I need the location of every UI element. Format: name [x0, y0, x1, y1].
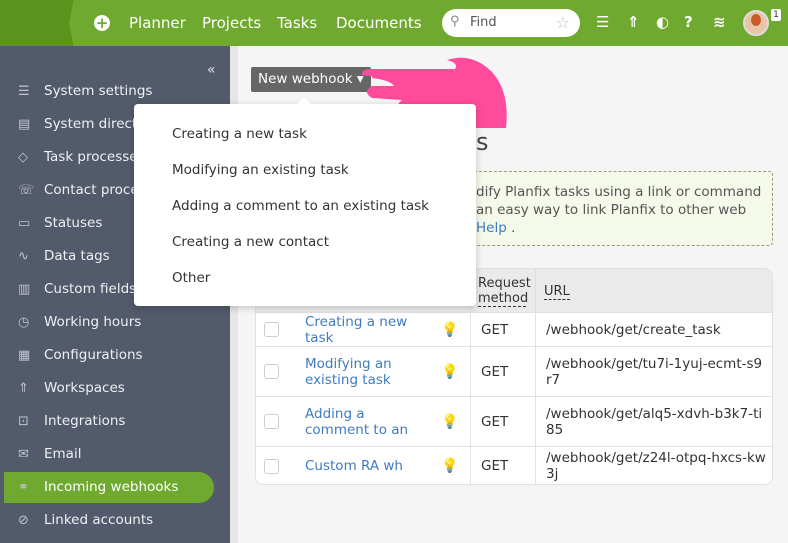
info-tail: .	[506, 220, 516, 236]
sidebar-item[interactable]: ▦ Configurations	[4, 340, 214, 371]
sidebar-item-label: Configurations	[44, 347, 143, 363]
layers-icon[interactable]: ≋	[713, 13, 726, 31]
directory-icon: ▤	[18, 117, 31, 132]
search-icon: ⚲	[450, 14, 460, 29]
tags-icon: ∿	[18, 249, 29, 264]
menu-item[interactable]: Creating a new task	[172, 126, 307, 142]
sliders-icon: ☰	[18, 84, 30, 99]
menu-item[interactable]: Adding a comment to an existing task	[172, 198, 429, 214]
sidebar-item[interactable]: ◷ Working hours	[4, 307, 214, 338]
process-icon: ◇	[18, 150, 28, 165]
info-line: an easy way to link Planfix to other web	[476, 202, 747, 218]
sidebar-item[interactable]: ⊘ Linked accounts	[4, 505, 214, 536]
avatar[interactable]	[743, 10, 769, 36]
sidebar-item[interactable]: ⊡ Integrations	[4, 406, 214, 437]
search-placeholder: Find	[470, 15, 497, 30]
table-row[interactable]: Modifying an existing task 💡 GET /webhoo…	[256, 346, 772, 396]
webhook-url: /webhook/get/z24l-otpq-hxcs-kw3j	[546, 450, 766, 482]
nav-projects[interactable]: Projects	[202, 14, 261, 32]
menu-item[interactable]: Modifying an existing task	[172, 162, 349, 178]
table-row[interactable]: Custom RA wh 💡 GET /webhook/get/z24l-otp…	[256, 446, 772, 484]
header-request-method[interactable]: Request method	[478, 276, 531, 307]
nav-tasks[interactable]: Tasks	[277, 14, 317, 32]
info-line: dify Planfix tasks using a link or comma…	[476, 184, 762, 200]
webhook-name-link[interactable]: Adding a comment to an existing task	[305, 406, 411, 438]
row-checkbox[interactable]	[264, 414, 279, 429]
sidebar-item[interactable]: ⚭ Incoming webhooks	[4, 472, 214, 503]
sidebar-item[interactable]: ☰ System settings	[4, 76, 214, 107]
page-title: s	[476, 128, 489, 156]
request-method: GET	[481, 363, 509, 380]
lightbulb-icon[interactable]: 💡	[441, 458, 458, 474]
row-checkbox[interactable]	[264, 458, 279, 474]
email-icon: ✉	[18, 447, 29, 462]
contact-process-icon: ☏	[18, 183, 35, 198]
row-checkbox[interactable]	[264, 364, 279, 379]
request-method: GET	[481, 413, 509, 430]
header-url[interactable]: URL	[544, 284, 570, 300]
top-bar: + Planner Projects Tasks Documents ⚲ Fin…	[0, 0, 788, 46]
row-checkbox[interactable]	[264, 322, 279, 337]
add-icon[interactable]: +	[94, 15, 110, 31]
sidebar-item-label: Custom fields	[44, 281, 137, 297]
webhook-url: /webhook/get/alq5-xdvh-b3k7-ti85	[546, 405, 763, 438]
sidebar-item-label: Linked accounts	[44, 512, 154, 528]
menu-item[interactable]: Creating a new contact	[172, 234, 329, 250]
sidebar-item[interactable]: ⇑ Workspaces	[4, 373, 214, 404]
menu-item[interactable]: Other	[172, 270, 210, 286]
statuses-icon: ▭	[18, 216, 31, 231]
fields-icon: ▥	[18, 282, 31, 297]
request-method: GET	[481, 458, 509, 474]
sidebar-item-label: Task processes	[44, 149, 145, 165]
table-row[interactable]: Adding a comment to an existing task 💡 G…	[256, 396, 772, 446]
help-icon[interactable]: ?	[684, 13, 693, 31]
sidebar-item-label: Working hours	[44, 314, 142, 330]
search-input[interactable]: ⚲ Find ☆	[442, 9, 580, 37]
nav-documents[interactable]: Documents	[336, 14, 422, 32]
lightbulb-icon[interactable]: 💡	[441, 364, 458, 380]
clock-icon: ◷	[18, 315, 30, 330]
table-row[interactable]: Creating a new task 💡 GET /webhook/get/c…	[256, 312, 772, 346]
notification-badge: 1	[771, 9, 781, 21]
new-webhook-dropdown: Creating a new task Modifying an existing…	[134, 97, 476, 306]
collapse-icon[interactable]: «	[207, 62, 216, 78]
webhook-name-link[interactable]: Creating a new task	[305, 314, 411, 346]
timer-icon[interactable]: ◐	[656, 13, 669, 31]
help-link[interactable]: Help	[476, 220, 507, 236]
sidebar-item-label: Statuses	[44, 215, 103, 231]
webhook-icon: ⚭	[18, 480, 29, 495]
sidebar-item-label: Incoming webhooks	[44, 479, 179, 495]
star-icon[interactable]: ☆	[556, 13, 570, 32]
lightbulb-icon[interactable]: 💡	[441, 322, 458, 338]
linked-icon: ⊘	[18, 513, 29, 528]
sidebar-item-label: System settings	[44, 83, 153, 99]
configurations-icon: ▦	[18, 348, 31, 363]
sidebar-item[interactable]: ✉ Email	[4, 439, 214, 470]
request-method: GET	[481, 321, 509, 338]
webhook-name-link[interactable]: Custom RA wh	[305, 458, 411, 474]
rocket-icon[interactable]: ⇑	[627, 13, 640, 31]
sidebar-item-label: Email	[44, 446, 82, 462]
integrations-icon: ⊡	[18, 414, 29, 429]
webhook-url: /webhook/get/create_task	[546, 321, 721, 338]
lightbulb-icon[interactable]: 💡	[441, 414, 458, 430]
sidebar-item-label: Workspaces	[44, 380, 125, 396]
new-webhook-button[interactable]: New webhook ▾	[251, 67, 371, 92]
sidebar-item-label: Integrations	[44, 413, 126, 429]
rocket-icon: ⇑	[18, 381, 29, 396]
webhook-url: /webhook/get/tu7i-1yuj-ecmt-s9r7	[546, 355, 763, 388]
menu-icon[interactable]: ☰	[596, 13, 609, 31]
webhook-name-link[interactable]: Modifying an existing task	[305, 356, 411, 388]
logo[interactable]	[0, 0, 74, 46]
nav-planner[interactable]: Planner	[129, 14, 186, 32]
sidebar-item-label: Data tags	[44, 248, 110, 264]
info-box: dify Planfix tasks using a link or comma…	[440, 171, 773, 246]
